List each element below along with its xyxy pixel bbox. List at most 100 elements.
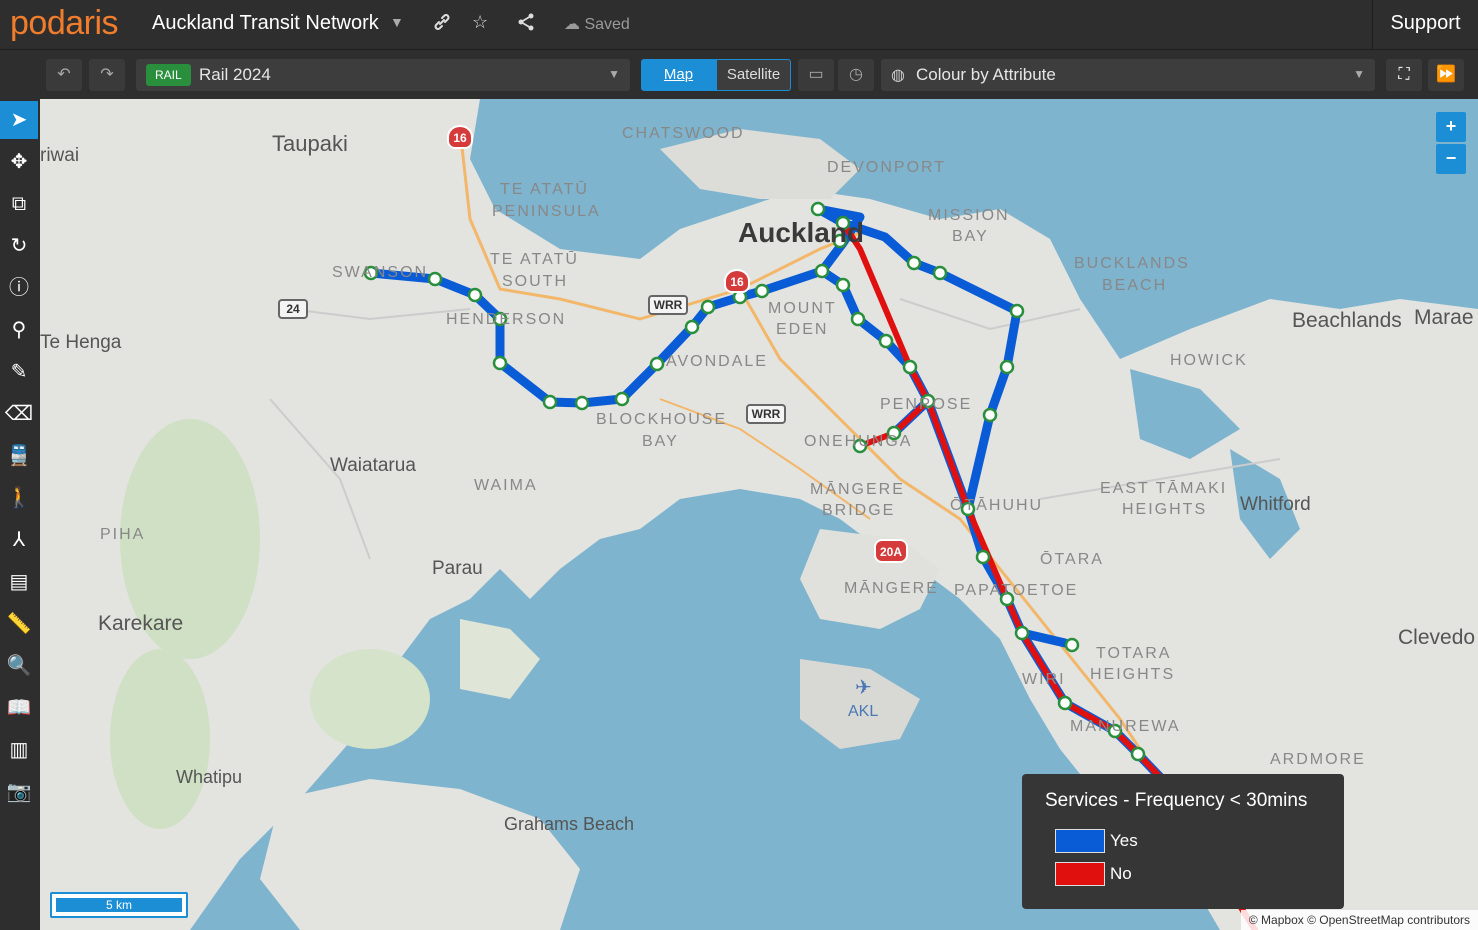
saved-label: Saved	[584, 16, 630, 33]
comment-tool-button[interactable]: ▤	[0, 563, 38, 601]
info-tool-button[interactable]: ⓘ	[0, 269, 38, 307]
map-attribution[interactable]: © Mapbox © OpenStreetMap contributors	[1240, 910, 1478, 930]
undo-icon: ↶	[57, 66, 71, 83]
search-tool-button[interactable]: 🔍	[0, 647, 38, 685]
project-dropdown-caret-icon[interactable]: ▼	[390, 14, 404, 30]
support-button[interactable]: Support	[1372, 0, 1478, 50]
scale-bar: 5 km	[50, 892, 188, 918]
copy-tool-button[interactable]: ⧉	[0, 185, 38, 223]
undo-button[interactable]: ↶	[46, 59, 82, 91]
camera-icon: 📷	[6, 781, 32, 803]
clock-icon: ◷	[849, 66, 863, 83]
road-shield: 20A	[874, 539, 908, 563]
fullscreen-button[interactable]: ⛶	[1386, 59, 1422, 91]
place-label: HEIGHTS	[1122, 501, 1208, 518]
collapse-panel-button[interactable]: ⏩	[1428, 59, 1464, 91]
place-label: MISSION	[928, 207, 1010, 224]
map-toolbar: ↶ ↷ RAIL Rail 2024 ▼ Map Satellite ▭ ◷ ◍…	[0, 50, 1478, 99]
cloud-icon: ☁	[564, 16, 580, 33]
merge-tool-button[interactable]: ⅄	[0, 521, 38, 559]
place-label: PAPATOETOE	[954, 582, 1079, 599]
rotate-icon: ↻	[10, 235, 28, 257]
airport-icon: ✈	[855, 675, 872, 699]
layers-tool-button[interactable]: 📖	[0, 689, 38, 727]
place-label: ŌTARA	[1040, 551, 1104, 568]
legend-title: Services - Frequency < 30mins	[1045, 790, 1308, 811]
train-icon: 🚆	[6, 445, 32, 467]
map-legend: Services - Frequency < 30mins Yes No	[1022, 774, 1344, 909]
rotate-tool-button[interactable]: ↻	[0, 227, 38, 265]
road-shield: 24	[278, 299, 308, 319]
analytics-tool-button[interactable]: ▥	[0, 731, 38, 769]
place-label: BEACH	[1102, 277, 1168, 294]
tool-sidebar: ➤ ✥ ⧉ ↻ ⓘ ⚲ ✎ ⌫ 🚆 🚶 ⅄ ▤ 📏 🔍 📖 ▥ 📷	[0, 99, 40, 930]
place-label: ARDMORE	[1270, 751, 1366, 768]
select-tool-button[interactable]: ➤	[0, 101, 38, 139]
merge-icon: ⅄	[12, 529, 26, 551]
road-shield: 16	[724, 269, 750, 293]
place-label: EAST TĀMAKI	[1100, 480, 1228, 497]
redo-button[interactable]: ↷	[89, 59, 125, 91]
bar-chart-icon: ▥	[9, 739, 29, 761]
star-icon[interactable]: ☆	[472, 12, 488, 33]
satellite-view-button[interactable]: Satellite	[716, 59, 791, 91]
place-label: MOUNT	[768, 300, 837, 317]
measure-tool-button[interactable]: 📏	[0, 605, 38, 643]
screenshot-tool-button[interactable]: 📷	[0, 773, 38, 811]
fast-forward-icon: ⏩	[1436, 66, 1456, 83]
legend-label: Yes	[1110, 831, 1138, 850]
redo-icon: ↷	[100, 66, 114, 83]
place-label: MĀNGERE	[810, 481, 905, 498]
place-label: MĀNGERE	[844, 580, 939, 597]
colour-mode-select[interactable]: ◍ Colour by Attribute ▼	[881, 59, 1375, 91]
monitor-icon: ▭	[808, 66, 824, 83]
place-label: HENDERSON	[446, 311, 567, 328]
place-label: riwai	[40, 145, 80, 166]
scenario-select[interactable]: RAIL Rail 2024 ▼	[136, 59, 630, 91]
place-label: CHATSWOOD	[622, 125, 745, 142]
chevron-down-icon: ▼	[608, 67, 620, 81]
place-label: ŌTĀHUHU	[950, 497, 1044, 514]
presentation-button[interactable]: ▭	[798, 59, 834, 91]
road-shield: WRR	[648, 295, 688, 315]
place-label: AKL	[848, 703, 879, 720]
place-label: Auckland	[738, 217, 865, 248]
place-label: Whitford	[1240, 494, 1311, 515]
place-label: Beachlands	[1292, 309, 1402, 332]
place-label: AVONDALE	[666, 353, 768, 370]
place-label: Te Henga	[40, 332, 122, 353]
project-title[interactable]: Auckland Transit Network	[152, 12, 379, 35]
place-label: TOTARA	[1096, 645, 1172, 662]
time-button[interactable]: ◷	[838, 59, 874, 91]
map-view-button[interactable]: Map	[641, 59, 716, 91]
podaris-logo[interactable]: podaris	[10, 4, 119, 43]
place-label: TE ATATŪ	[490, 251, 579, 268]
place-label: WIRI	[1022, 671, 1066, 688]
zoom-in-button[interactable]: +	[1436, 112, 1466, 142]
draw-tool-button[interactable]: ✎	[0, 353, 38, 391]
move-tool-button[interactable]: ✥	[0, 143, 38, 181]
place-label: HOWICK	[1170, 352, 1248, 369]
place-label: BAY	[642, 433, 679, 450]
pedestrian-tool-button[interactable]: 🚶	[0, 479, 38, 517]
pointer-icon: ➤	[10, 109, 28, 131]
place-marker-button[interactable]: ⚲	[0, 311, 38, 349]
scale-bar-label: 5 km	[55, 897, 183, 913]
zoom-out-button[interactable]: −	[1436, 144, 1466, 174]
place-label: DEVONPORT	[827, 159, 947, 176]
map-canvas[interactable]: ✈ Taupaki riwai CHATSWOOD DEVONPORT TE A…	[40, 99, 1478, 930]
place-label: SOUTH	[502, 273, 568, 290]
place-label: PIHA	[100, 526, 146, 543]
place-label: Karekare	[98, 612, 184, 635]
transit-tool-button[interactable]: 🚆	[0, 437, 38, 475]
share-icon[interactable]	[516, 12, 536, 37]
comment-icon: ▤	[9, 571, 29, 593]
colour-mode-label: Colour by Attribute	[916, 65, 1056, 84]
map-pin-icon: ⚲	[11, 319, 27, 341]
expand-icon: ⛶	[1398, 66, 1410, 83]
link-icon[interactable]	[432, 12, 452, 37]
place-label: PENINSULA	[492, 203, 601, 220]
move-arrows-icon: ✥	[10, 151, 28, 173]
road-shield: 16	[447, 125, 473, 149]
erase-tool-button[interactable]: ⌫	[0, 395, 38, 433]
